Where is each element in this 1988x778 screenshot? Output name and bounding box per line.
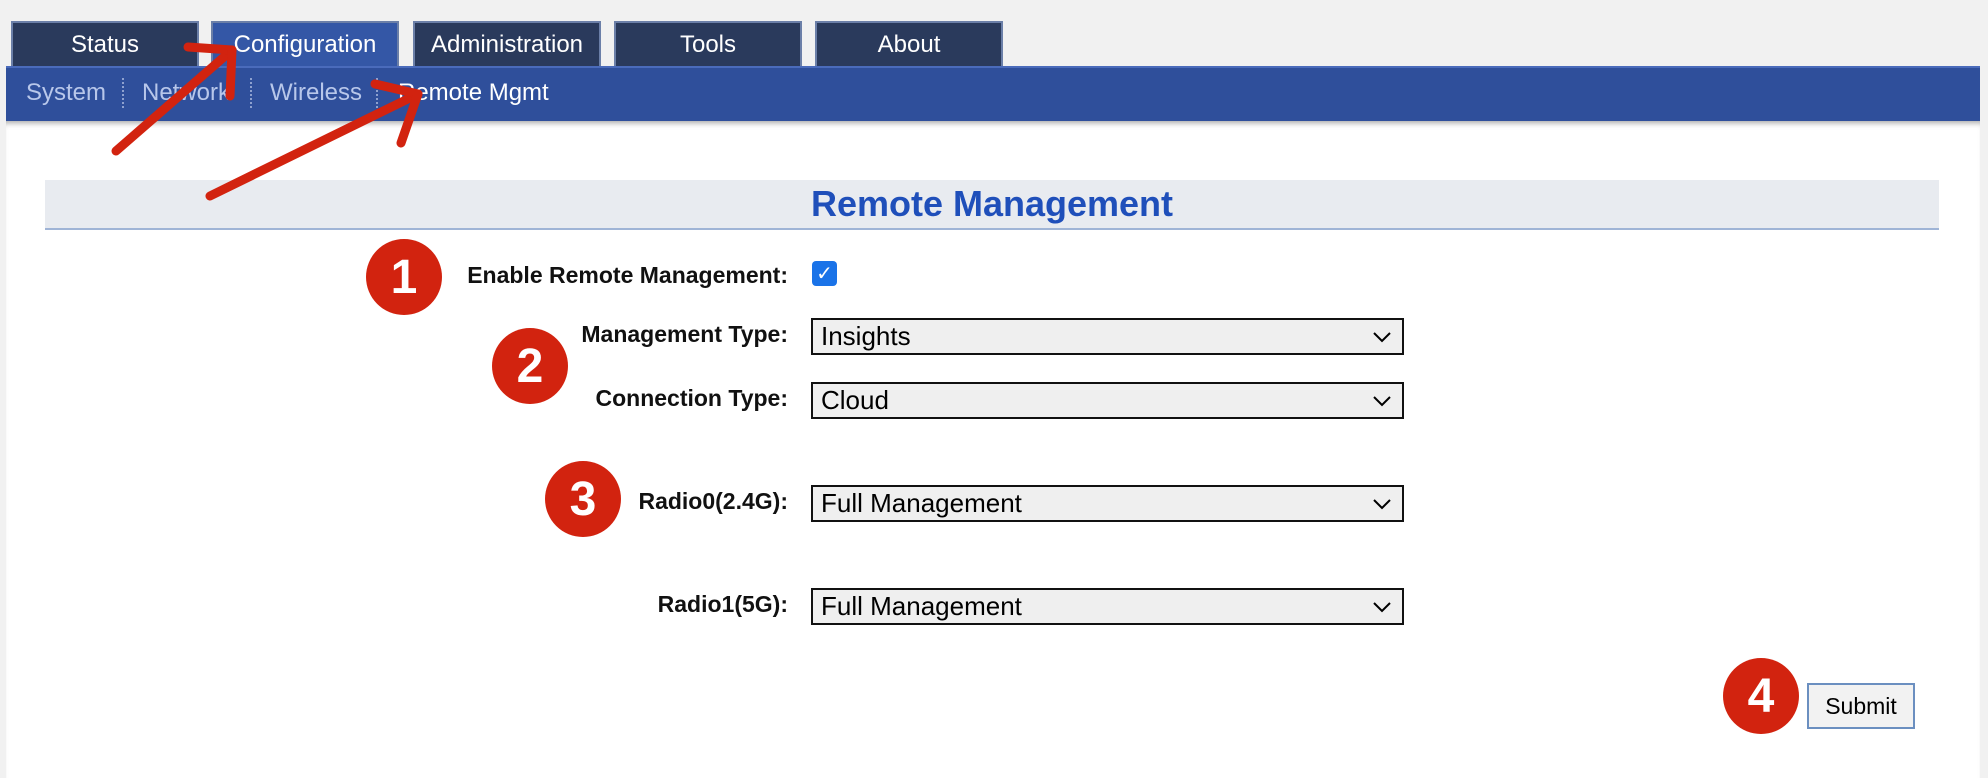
subtab-wireless[interactable]: Wireless: [270, 68, 362, 118]
checkmark-icon: ✓: [816, 263, 833, 285]
sub-nav-bar: System Network Wireless Remote Mgmt: [6, 66, 1980, 121]
radio0-label: Radio0(2.4G):: [638, 488, 788, 514]
radio1-value: Full Management: [821, 591, 1022, 621]
page-title-bar: Remote Management: [45, 180, 1939, 230]
annotation-marker-2: 2: [492, 328, 568, 404]
subnav-divider: [122, 78, 124, 108]
radio1-label: Radio1(5G):: [657, 591, 788, 617]
tab-tools[interactable]: Tools: [614, 21, 802, 67]
tab-administration[interactable]: Administration: [413, 21, 601, 67]
annotation-marker-3: 3: [545, 461, 621, 537]
tab-status[interactable]: Status: [11, 21, 199, 67]
subtab-system[interactable]: System: [26, 68, 106, 118]
management-type-select[interactable]: Insights: [811, 318, 1404, 355]
chevron-down-icon: [1373, 331, 1391, 342]
enable-remote-management-checkbox[interactable]: ✓: [812, 261, 837, 286]
radio0-value: Full Management: [821, 488, 1022, 518]
page-title: Remote Management: [810, 183, 1174, 224]
radio1-select[interactable]: Full Management: [811, 588, 1404, 625]
chevron-down-icon: [1373, 498, 1391, 509]
annotation-marker-4: 4: [1723, 658, 1799, 734]
annotation-marker-1: 1: [366, 239, 442, 315]
tab-about[interactable]: About: [815, 21, 1003, 67]
management-type-label: Management Type:: [581, 321, 788, 347]
connection-type-value: Cloud: [821, 385, 889, 415]
management-type-value: Insights: [821, 321, 911, 351]
subtab-remote-mgmt[interactable]: Remote Mgmt: [398, 68, 549, 118]
subnav-divider: [250, 78, 252, 108]
tab-configuration[interactable]: Configuration: [211, 21, 399, 67]
subtab-network[interactable]: Network: [142, 68, 230, 118]
connection-type-select[interactable]: Cloud: [811, 382, 1404, 419]
enable-remote-management-label: Enable Remote Management:: [467, 262, 788, 288]
submit-button[interactable]: Submit: [1807, 683, 1915, 729]
connection-type-label: Connection Type:: [595, 385, 788, 411]
chevron-down-icon: [1373, 395, 1391, 406]
subnav-divider: [376, 78, 378, 108]
chevron-down-icon: [1373, 601, 1391, 612]
radio0-select[interactable]: Full Management: [811, 485, 1404, 522]
